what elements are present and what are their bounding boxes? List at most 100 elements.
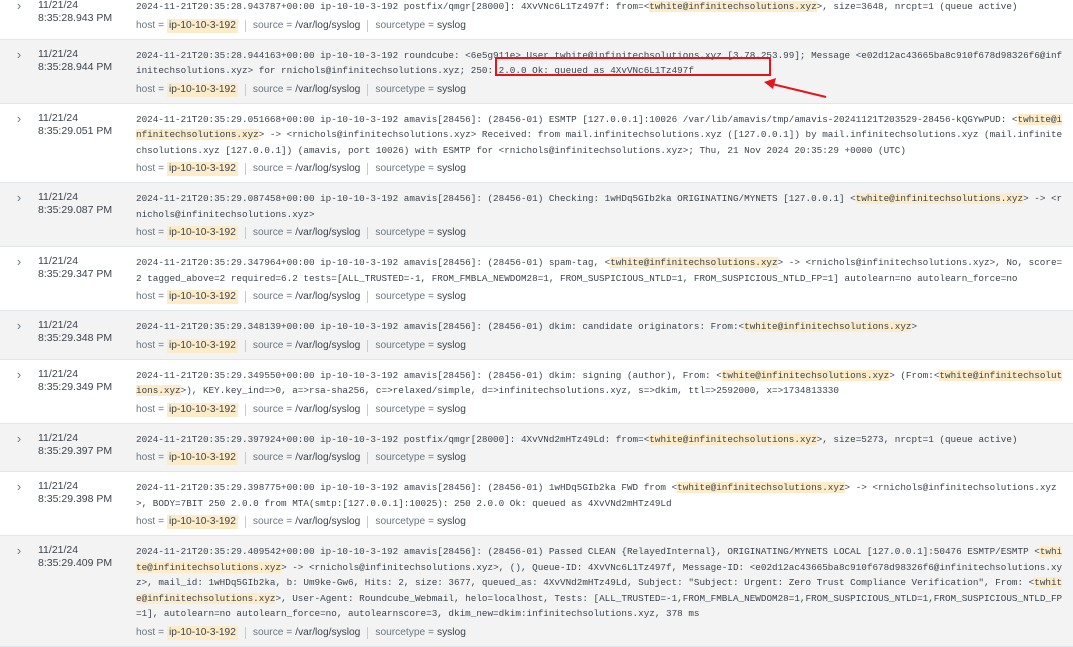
field-source[interactable]: source =/var/log/syslog xyxy=(253,403,360,417)
event-timestamp: 11/21/24 8:35:29.409 PM xyxy=(38,536,136,570)
field-value[interactable]: /var/log/syslog xyxy=(295,339,360,353)
field-value[interactable]: syslog xyxy=(437,451,466,465)
expand-chevron-icon[interactable]: › xyxy=(0,247,38,269)
field-value[interactable]: ip-10-10-3-192 xyxy=(167,515,238,529)
expand-chevron-icon[interactable]: › xyxy=(0,0,38,13)
event-raw-text[interactable]: 2024-11-21T20:35:28.943787+00:00 ip-10-1… xyxy=(136,0,1067,15)
field-value[interactable]: ip-10-10-3-192 xyxy=(167,226,238,240)
event-raw-text[interactable]: 2024-11-21T20:35:29.397924+00:00 ip-10-1… xyxy=(136,432,1067,448)
field-value[interactable]: syslog xyxy=(437,226,466,240)
field-source[interactable]: source =/var/log/syslog xyxy=(253,83,360,97)
field-value[interactable]: ip-10-10-3-192 xyxy=(167,402,238,417)
field-value[interactable]: syslog xyxy=(437,515,466,529)
field-host[interactable]: host = ip-10-10-3-192 xyxy=(136,338,238,353)
field-value[interactable]: ip-10-10-3-192 xyxy=(167,338,238,353)
event-body: 2024-11-21T20:35:29.348139+00:00 ip-10-1… xyxy=(136,311,1073,359)
field-source[interactable]: source =/var/log/syslog xyxy=(253,515,360,529)
field-source[interactable]: source =/var/log/syslog xyxy=(253,339,360,353)
event-date: 11/21/24 xyxy=(38,0,79,11)
field-source[interactable]: source =/var/log/syslog xyxy=(253,226,360,240)
expand-chevron-icon[interactable]: › xyxy=(0,536,38,558)
field-value[interactable]: /var/log/syslog xyxy=(295,226,360,240)
field-value[interactable]: ip-10-10-3-192 xyxy=(167,82,238,97)
expand-chevron-icon[interactable]: › xyxy=(0,40,38,62)
field-value[interactable]: /var/log/syslog xyxy=(295,451,360,465)
field-label: host = xyxy=(136,163,165,174)
event-time: 8:35:28.944 PM xyxy=(38,60,113,73)
field-label: sourcetype = xyxy=(375,291,434,302)
field-value[interactable]: /var/log/syslog xyxy=(295,290,360,304)
field-value[interactable]: ip-10-10-3-192 xyxy=(167,162,238,176)
field-value[interactable]: syslog xyxy=(437,162,466,176)
field-source[interactable]: source =/var/log/syslog xyxy=(253,451,360,465)
field-host[interactable]: host = ip-10-10-3-192 xyxy=(136,162,238,176)
field-sourcetype[interactable]: sourcetype = syslog xyxy=(375,83,466,97)
raw-segment: 2024-11-21T20:35:29.087458+00:00 ip-10-1… xyxy=(136,193,856,204)
field-value[interactable]: /var/log/syslog xyxy=(295,83,360,97)
field-value[interactable]: syslog xyxy=(437,403,466,417)
expand-chevron-icon[interactable]: › xyxy=(0,311,38,333)
field-value[interactable]: syslog xyxy=(437,19,466,33)
field-host[interactable]: host = ip-10-10-3-192 xyxy=(136,18,238,33)
raw-segment: > xyxy=(911,321,918,332)
field-sourcetype[interactable]: sourcetype = syslog xyxy=(375,226,466,240)
event-raw-text[interactable]: 2024-11-21T20:35:29.347964+00:00 ip-10-1… xyxy=(136,255,1067,286)
event-raw-text[interactable]: 2024-11-21T20:35:29.348139+00:00 ip-10-1… xyxy=(136,319,1067,335)
event-row: › 11/21/24 8:35:29.349 PM 2024-11-21T20:35:… xyxy=(0,360,1073,424)
field-value[interactable]: ip-10-10-3-192 xyxy=(167,451,238,465)
field-host[interactable]: host = ip-10-10-3-192 xyxy=(136,515,238,529)
field-label: sourcetype = xyxy=(375,227,434,238)
expand-chevron-icon[interactable]: › xyxy=(0,360,38,382)
field-value[interactable]: /var/log/syslog xyxy=(295,19,360,33)
field-sourcetype[interactable]: sourcetype = syslog xyxy=(375,339,466,353)
expand-chevron-icon[interactable]: › xyxy=(0,424,38,446)
field-source[interactable]: source =/var/log/syslog xyxy=(253,290,360,304)
field-label: source = xyxy=(252,452,293,463)
field-separator xyxy=(367,452,369,464)
field-value[interactable]: ip-10-10-3-192 xyxy=(167,290,238,304)
event-raw-text[interactable]: 2024-11-21T20:35:29.409542+00:00 ip-10-1… xyxy=(136,544,1067,622)
field-sourcetype[interactable]: sourcetype = syslog xyxy=(375,162,466,176)
field-value[interactable]: /var/log/syslog xyxy=(295,626,360,640)
field-label: sourcetype = xyxy=(375,403,434,415)
field-sourcetype[interactable]: sourcetype = syslog xyxy=(375,515,466,529)
field-value[interactable]: /var/log/syslog xyxy=(295,162,360,176)
field-value[interactable]: syslog xyxy=(437,83,466,97)
field-value[interactable]: ip-10-10-3-192 xyxy=(167,18,238,33)
event-body: 2024-11-21T20:35:29.051668+00:00 ip-10-1… xyxy=(136,104,1073,183)
field-value[interactable]: /var/log/syslog xyxy=(295,403,360,417)
event-body: 2024-11-21T20:35:29.397924+00:00 ip-10-1… xyxy=(136,424,1073,472)
event-raw-text[interactable]: 2024-11-21T20:35:29.051668+00:00 ip-10-1… xyxy=(136,112,1067,159)
field-source[interactable]: source =/var/log/syslog xyxy=(253,162,360,176)
expand-chevron-icon[interactable]: › xyxy=(0,183,38,205)
event-raw-text[interactable]: 2024-11-21T20:35:29.398775+00:00 ip-10-1… xyxy=(136,480,1067,511)
field-source[interactable]: source =/var/log/syslog xyxy=(253,626,360,640)
field-sourcetype[interactable]: sourcetype = syslog xyxy=(375,451,466,465)
field-sourcetype[interactable]: sourcetype = syslog xyxy=(375,19,466,33)
field-source[interactable]: source =/var/log/syslog xyxy=(253,19,360,33)
field-sourcetype[interactable]: sourcetype = syslog xyxy=(375,290,466,304)
field-host[interactable]: host = ip-10-10-3-192 xyxy=(136,82,238,97)
field-value[interactable]: ip-10-10-3-192 xyxy=(167,625,238,640)
event-raw-text[interactable]: 2024-11-21T20:35:29.087458+00:00 ip-10-1… xyxy=(136,191,1067,222)
field-value[interactable]: syslog xyxy=(437,339,466,353)
event-date: 11/21/24 xyxy=(38,431,79,444)
field-host[interactable]: host = ip-10-10-3-192 xyxy=(136,226,238,240)
event-date: 11/21/24 xyxy=(38,255,79,267)
event-timestamp: 11/21/24 8:35:29.398 PM xyxy=(38,472,136,506)
expand-chevron-icon[interactable]: › xyxy=(0,472,38,494)
raw-segment: 2024-11-21T20:35:29.347964+00:00 ip-10-1… xyxy=(136,257,611,268)
field-host[interactable]: host = ip-10-10-3-192 xyxy=(136,451,238,465)
field-host[interactable]: host = ip-10-10-3-192 xyxy=(136,290,238,304)
field-sourcetype[interactable]: sourcetype = syslog xyxy=(375,403,466,417)
field-host[interactable]: host = ip-10-10-3-192 xyxy=(136,402,238,417)
field-value[interactable]: /var/log/syslog xyxy=(295,515,360,529)
field-value[interactable]: syslog xyxy=(437,626,466,640)
field-label: source = xyxy=(252,19,293,31)
field-host[interactable]: host = ip-10-10-3-192 xyxy=(136,625,238,640)
event-list: › 11/21/24 8:35:28.943 PM 2024-11-21T20:35:… xyxy=(0,0,1073,647)
field-sourcetype[interactable]: sourcetype = syslog xyxy=(375,626,466,640)
field-value[interactable]: syslog xyxy=(437,290,466,304)
expand-chevron-icon[interactable]: › xyxy=(0,104,38,126)
event-raw-text[interactable]: 2024-11-21T20:35:29.349550+00:00 ip-10-1… xyxy=(136,368,1067,399)
